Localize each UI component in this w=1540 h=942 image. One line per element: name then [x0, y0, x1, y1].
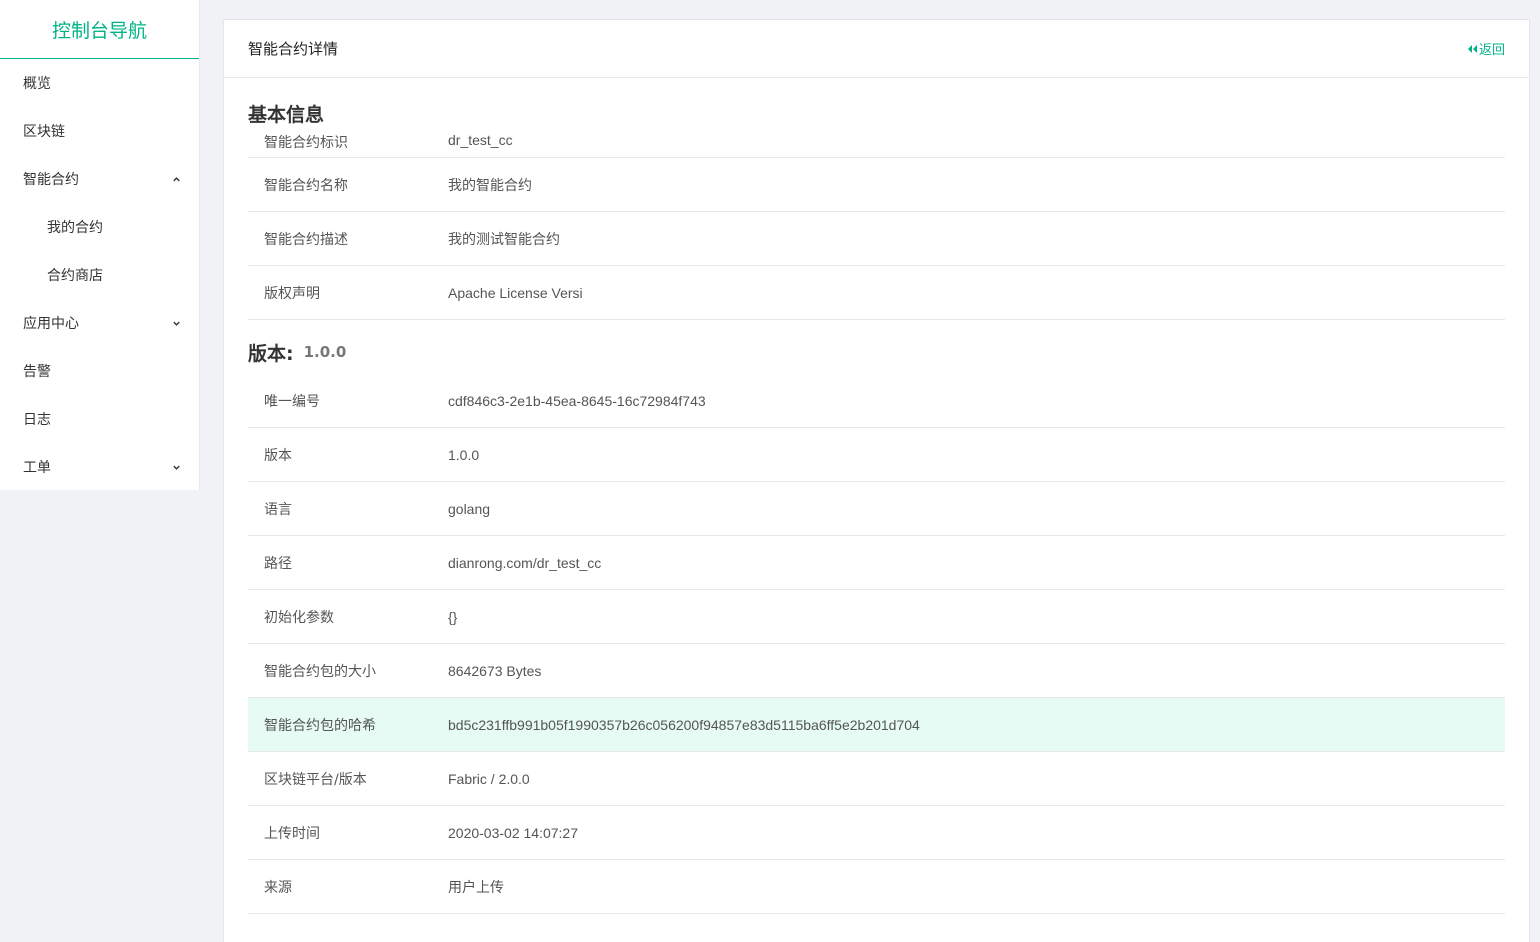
sidebar-item-label: 日志 [23, 412, 51, 428]
table-row: 唯一编号 cdf846c3-2e1b-45ea-8645-16c72984f74… [248, 374, 1505, 428]
version-heading: 版本: 1.0.0 [224, 320, 1529, 374]
row-label: 智能合约标识 [264, 135, 348, 151]
basic-info-table: 智能合约标识 dr_test_cc 智能合约名称 我的智能合约 智能合约描述 我… [248, 132, 1505, 320]
table-row: 路径 dianrong.com/dr_test_cc [248, 536, 1505, 590]
table-row-hovered: 智能合约包的哈希 bd5c231ffb991b05f1990357b26c056… [248, 698, 1505, 752]
table-row: 来源 用户上传 [248, 860, 1505, 914]
row-label: 路径 [264, 555, 292, 572]
section-title: 版本: [248, 342, 294, 365]
row-label: 版权声明 [264, 285, 320, 302]
sidebar-item-label: 告警 [23, 364, 51, 380]
back-button[interactable]: 返回 [1467, 39, 1505, 58]
row-label: 智能合约包的哈希 [264, 717, 376, 734]
sidebar-item-app-center[interactable]: 应用中心 [0, 299, 199, 347]
row-label: 唯一编号 [264, 393, 320, 410]
table-row: 智能合约描述 我的测试智能合约 [248, 212, 1505, 266]
table-row: 初始化参数 {} [248, 590, 1505, 644]
basic-info-heading: 基本信息 [224, 78, 1529, 132]
chevron-up-icon [171, 174, 181, 184]
row-value: 8642673 Bytes [448, 662, 542, 679]
sidebar-item-label: 智能合约 [23, 172, 79, 188]
row-label: 智能合约包的大小 [264, 663, 376, 680]
table-row: 上传时间 2020-03-02 14:07:27 [248, 806, 1505, 860]
row-label: 上传时间 [264, 825, 320, 842]
row-value: Fabric / 2.0.0 [448, 770, 530, 787]
table-row: 智能合约包的大小 8642673 Bytes [248, 644, 1505, 698]
row-value: 2020-03-02 14:07:27 [448, 824, 578, 841]
sidebar: 控制台导航 概览 区块链 智能合约 我的合约 合约商店 应用中心 告警 日志 工… [0, 0, 200, 490]
row-value: 我的测试智能合约 [448, 230, 560, 247]
sidebar-item-overview[interactable]: 概览 [0, 59, 199, 107]
row-value: Apache License Versi [448, 284, 583, 301]
card-header: 智能合约详情 返回 [224, 20, 1529, 78]
sidebar-item-label: 工单 [23, 460, 51, 476]
row-value: bd5c231ffb991b05f1990357b26c056200f94857… [448, 716, 920, 733]
table-row: 语言 golang [248, 482, 1505, 536]
row-value: 我的智能合约 [448, 176, 532, 193]
back-label: 返回 [1478, 43, 1505, 58]
sidebar-item-label: 合约商店 [47, 268, 103, 284]
sidebar-item-label: 我的合约 [47, 220, 103, 236]
table-row: 区块链平台/版本 Fabric / 2.0.0 [248, 752, 1505, 806]
sidebar-item-alerts[interactable]: 告警 [0, 347, 199, 395]
row-value: dianrong.com/dr_test_cc [448, 554, 602, 571]
row-value: cdf846c3-2e1b-45ea-8645-16c72984f743 [448, 392, 706, 409]
row-value: {} [448, 608, 458, 625]
sidebar-item-label: 概览 [23, 76, 51, 92]
sidebar-item-my-contracts[interactable]: 我的合约 [0, 203, 199, 251]
sidebar-item-tickets[interactable]: 工单 [0, 443, 199, 491]
table-row: 版本 1.0.0 [248, 428, 1505, 482]
row-value: golang [448, 500, 491, 517]
sidebar-item-label: 应用中心 [23, 316, 79, 332]
row-label: 智能合约名称 [264, 177, 348, 194]
contract-detail-card: 智能合约详情 返回 基本信息 智能合约标识 dr_test_cc 智能合约名称 … [223, 19, 1530, 942]
row-value: dr_test_cc [448, 132, 513, 148]
sidebar-item-contract-store[interactable]: 合约商店 [0, 251, 199, 299]
row-label: 来源 [264, 879, 292, 896]
row-label: 区块链平台/版本 [264, 771, 367, 788]
section-title: 基本信息 [248, 103, 325, 126]
sidebar-item-label: 区块链 [23, 124, 65, 140]
row-label: 智能合约描述 [264, 231, 348, 248]
table-row: 版权声明 Apache License Versi [248, 266, 1505, 320]
row-label: 初始化参数 [264, 609, 334, 626]
row-value: 1.0.0 [448, 446, 480, 463]
backward-icon [1467, 44, 1477, 53]
sidebar-item-blockchain[interactable]: 区块链 [0, 107, 199, 155]
chevron-down-icon [171, 462, 181, 472]
version-info-table: 唯一编号 cdf846c3-2e1b-45ea-8645-16c72984f74… [248, 374, 1505, 914]
version-number: 1.0.0 [303, 343, 347, 361]
table-row: 智能合约标识 dr_test_cc [248, 132, 1505, 158]
sidebar-item-logs[interactable]: 日志 [0, 395, 199, 443]
sidebar-item-smart-contract[interactable]: 智能合约 [0, 155, 199, 203]
app-root: 控制台导航 概览 区块链 智能合约 我的合约 合约商店 应用中心 告警 日志 工… [0, 0, 1540, 942]
row-label: 语言 [264, 501, 292, 518]
row-label: 版本 [264, 447, 292, 464]
row-value: 用户上传 [448, 878, 504, 895]
table-row: 智能合约名称 我的智能合约 [248, 158, 1505, 212]
chevron-down-icon [171, 318, 181, 328]
sidebar-brand: 控制台导航 [0, 0, 199, 59]
page-title: 智能合约详情 [248, 40, 339, 58]
